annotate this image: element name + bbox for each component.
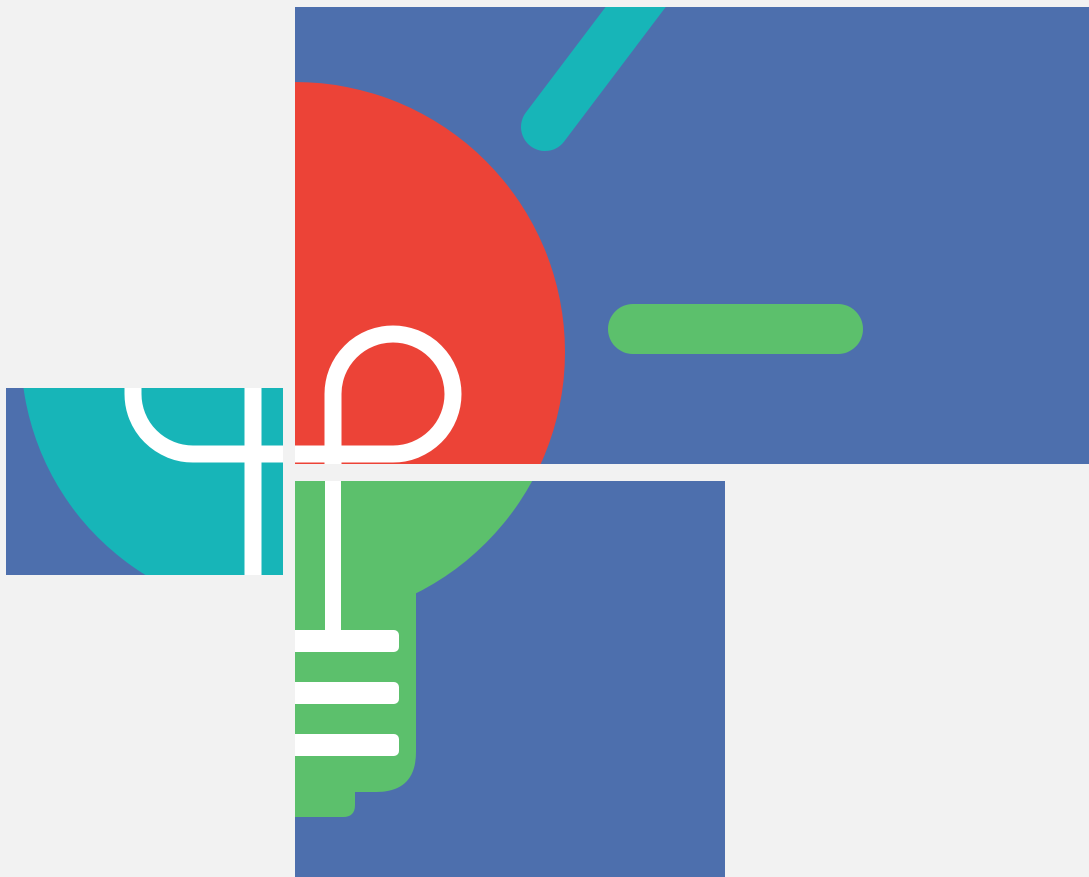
thread-2 <box>295 682 399 704</box>
thread-3 <box>295 734 399 756</box>
lightbulb-icon <box>6 7 1089 877</box>
screw-threads <box>295 630 399 756</box>
lightbulb-illustration <box>0 0 1089 877</box>
thread-1 <box>295 630 399 652</box>
